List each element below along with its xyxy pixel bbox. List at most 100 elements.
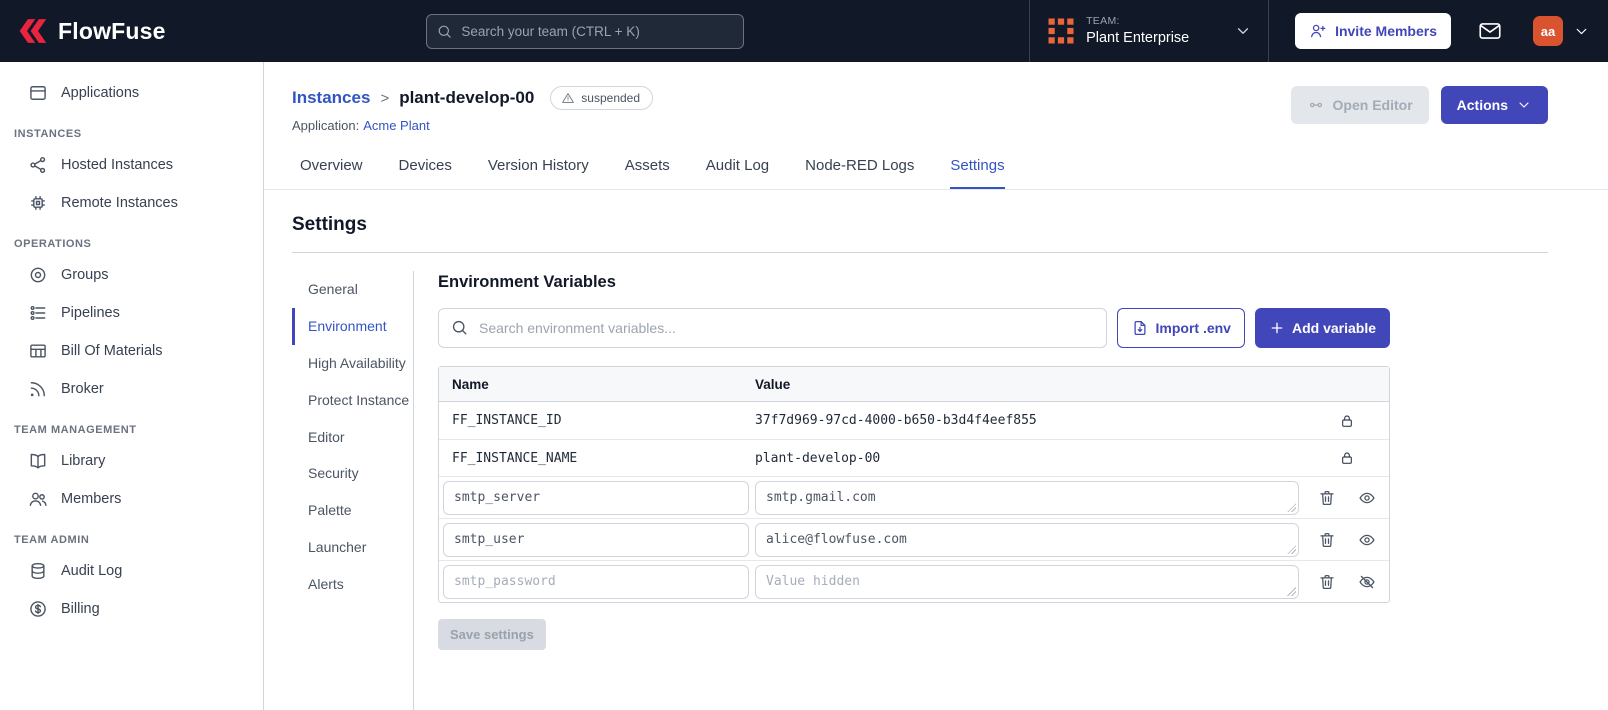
divider — [292, 252, 1548, 253]
billing-icon — [30, 601, 46, 617]
flowfuse-logo[interactable]: FlowFuse — [16, 16, 166, 46]
env-var-name: FF_INSTANCE_NAME — [452, 450, 578, 466]
settings-nav-editor[interactable]: Editor — [292, 419, 413, 456]
save-settings-button[interactable]: Save settings — [438, 619, 546, 650]
sidebar-item-bill-of-materials[interactable]: Bill Of Materials — [0, 332, 263, 370]
sidebar: Applications INSTANCES Hosted Instances … — [0, 62, 264, 710]
trash-icon — [1320, 532, 1334, 547]
env-value-input[interactable] — [755, 522, 1299, 557]
table-header: Name Value — [439, 367, 1389, 402]
team-selector[interactable]: TEAM: Plant Enterprise — [1029, 0, 1270, 62]
add-variable-button[interactable]: Add variable — [1254, 308, 1390, 348]
sidebar-item-remote-instances[interactable]: Remote Instances — [0, 184, 263, 222]
sidebar-item-library[interactable]: Library — [0, 442, 263, 480]
tab-version-history[interactable]: Version History — [488, 157, 589, 189]
sidebar-item-label: Library — [61, 453, 106, 469]
sidebar-item-pipelines[interactable]: Pipelines — [0, 294, 263, 332]
lock-icon — [1342, 414, 1352, 427]
application-label: Application: — [292, 118, 360, 133]
invite-members-button[interactable]: Invite Members — [1295, 13, 1452, 49]
actions-label: Actions — [1456, 97, 1508, 113]
team-search-input[interactable] — [426, 13, 745, 49]
table-row — [439, 518, 1389, 560]
toggle-visibility-button[interactable] — [1358, 489, 1376, 507]
import-env-button[interactable]: Import .env — [1116, 308, 1245, 348]
tab-settings[interactable]: Settings — [950, 157, 1005, 189]
actions-button[interactable]: Actions — [1440, 86, 1548, 124]
settings-nav-high-availability[interactable]: High Availability — [292, 345, 413, 382]
settings-nav: General Environment High Availability Pr… — [292, 271, 414, 710]
sidebar-item-hosted-instances[interactable]: Hosted Instances — [0, 146, 263, 184]
search-icon — [438, 25, 452, 38]
toggle-visibility-button[interactable] — [1358, 573, 1376, 591]
env-name-input[interactable] — [443, 480, 749, 515]
avatar: aa — [1533, 16, 1564, 46]
top-navbar: FlowFuse TEAM: Plant Enterprise — [0, 0, 1608, 62]
sidebar-item-audit-log[interactable]: Audit Log — [0, 552, 263, 590]
team-avatar-icon — [1048, 18, 1074, 44]
lock-icon — [1342, 452, 1352, 464]
env-name-input[interactable] — [443, 564, 749, 599]
plus-icon — [1271, 322, 1283, 334]
trash-icon — [1320, 490, 1334, 505]
sidebar-item-label: Groups — [61, 267, 109, 283]
library-icon — [30, 453, 46, 469]
team-label: TEAM: — [1086, 15, 1120, 28]
page-title: Settings — [292, 214, 367, 235]
table-row — [439, 560, 1389, 602]
add-variable-label: Add variable — [1291, 320, 1376, 336]
tab-overview[interactable]: Overview — [300, 157, 363, 189]
settings-content: Settings General Environment High Availa… — [264, 190, 1608, 710]
table-row: FF_INSTANCE_NAME plant-develop-00 — [439, 439, 1389, 476]
tab-audit-log[interactable]: Audit Log — [706, 157, 769, 189]
tab-devices[interactable]: Devices — [399, 157, 452, 189]
groups-icon — [30, 267, 46, 283]
tab-assets[interactable]: Assets — [625, 157, 670, 189]
pipelines-icon — [30, 305, 46, 321]
toggle-visibility-button[interactable] — [1358, 531, 1376, 549]
page-header: Instances > plant-develop-00 suspended A… — [264, 62, 1608, 133]
sidebar-item-label: Remote Instances — [61, 195, 178, 211]
app-root: FlowFuse TEAM: Plant Enterprise — [0, 0, 1608, 710]
members-icon — [29, 492, 47, 506]
settings-nav-alerts[interactable]: Alerts — [292, 566, 413, 603]
applications-icon — [30, 86, 46, 100]
env-variables-heading: Environment Variables — [438, 273, 616, 291]
delete-variable-button[interactable] — [1318, 489, 1336, 507]
editor-icon — [1309, 102, 1322, 108]
env-var-value: plant-develop-00 — [755, 450, 881, 466]
settings-nav-protect-instance[interactable]: Protect Instance — [292, 382, 413, 419]
chevron-down-icon — [1576, 28, 1587, 34]
notifications-button[interactable] — [1477, 18, 1503, 44]
hosted-instances-icon — [30, 156, 46, 174]
settings-nav-launcher[interactable]: Launcher — [292, 529, 413, 566]
user-menu[interactable]: aa — [1533, 16, 1590, 46]
sidebar-item-members[interactable]: Members — [0, 480, 263, 518]
env-name-input[interactable] — [443, 522, 749, 557]
locked-indicator — [1339, 450, 1355, 466]
delete-variable-button[interactable] — [1318, 573, 1336, 591]
sidebar-item-applications[interactable]: Applications — [0, 74, 263, 112]
env-var-name: FF_INSTANCE_ID — [452, 413, 562, 428]
application-link[interactable]: Acme Plant — [363, 118, 429, 133]
sidebar-item-billing[interactable]: Billing — [0, 590, 263, 628]
env-toolbar: Import .env Add variable — [438, 308, 1390, 348]
application-line: Application: Acme Plant — [292, 118, 653, 133]
env-value-input[interactable] — [755, 480, 1299, 515]
settings-nav-environment[interactable]: Environment — [292, 307, 413, 345]
env-search-input[interactable] — [438, 308, 1107, 348]
breadcrumb-instances-link[interactable]: Instances — [292, 88, 370, 108]
sidebar-item-broker[interactable]: Broker — [0, 370, 263, 408]
env-value-input[interactable] — [755, 564, 1299, 599]
settings-nav-palette[interactable]: Palette — [292, 492, 413, 529]
sidebar-item-groups[interactable]: Groups — [0, 256, 263, 294]
settings-nav-general[interactable]: General — [292, 271, 413, 308]
sidebar-item-label: Members — [61, 491, 122, 507]
status-badge: suspended — [550, 86, 654, 110]
open-editor-button[interactable]: Open Editor — [1290, 86, 1429, 124]
delete-variable-button[interactable] — [1318, 531, 1336, 549]
sidebar-item-label: Audit Log — [61, 563, 123, 579]
settings-nav-security[interactable]: Security — [292, 455, 413, 492]
tab-node-red-logs[interactable]: Node-RED Logs — [805, 157, 914, 189]
flowfuse-logo-icon — [19, 19, 47, 43]
